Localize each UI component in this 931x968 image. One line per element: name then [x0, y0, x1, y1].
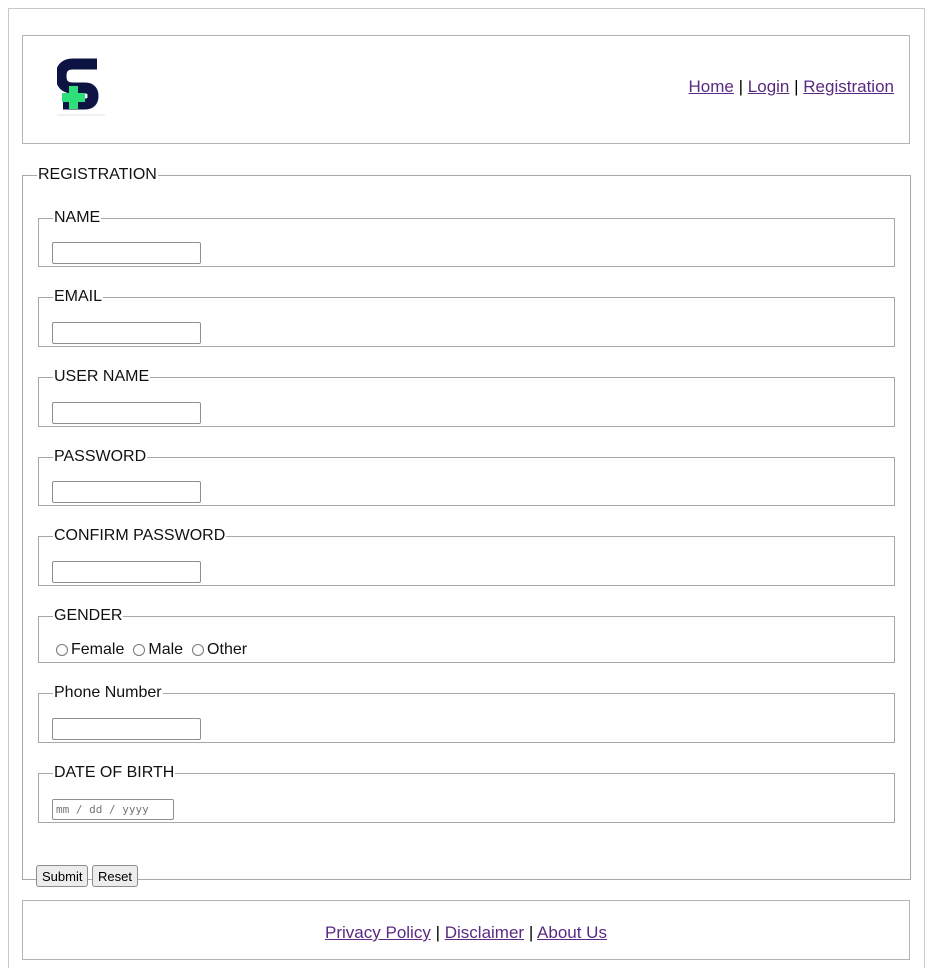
name-label: NAME — [54, 209, 101, 226]
gender-options: Female Male Other — [56, 641, 256, 659]
gender-label: GENDER — [54, 607, 123, 624]
password-input[interactable] — [52, 481, 201, 503]
footer-separator: | — [528, 923, 534, 942]
nav-home-link[interactable]: Home — [689, 77, 734, 96]
email-fieldset: EMAIL — [38, 288, 895, 347]
nav-separator: | — [738, 77, 744, 96]
registration-legend: REGISTRATION — [38, 166, 157, 183]
password-label: PASSWORD — [54, 448, 147, 465]
confirm-password-fieldset: CONFIRM PASSWORD — [38, 527, 895, 586]
username-input[interactable] — [52, 402, 201, 424]
site-footer: Privacy Policy | Disclaimer | About Us — [22, 900, 910, 960]
name-fieldset: NAME — [38, 209, 895, 267]
dob-label: DATE OF BIRTH — [54, 764, 175, 781]
footer-separator: | — [435, 923, 440, 942]
password-fieldset: PASSWORD — [38, 448, 895, 506]
disclaimer-link[interactable]: Disclaimer — [445, 923, 524, 942]
top-nav: Home | Login | Registration — [689, 77, 894, 97]
username-label: USER NAME — [54, 368, 150, 385]
phone-input[interactable] — [52, 718, 201, 740]
phone-fieldset: Phone Number — [38, 684, 895, 743]
logo-icon[interactable] — [57, 56, 105, 118]
footer-links: Privacy Policy | Disclaimer | About Us — [23, 923, 909, 943]
gender-other-label[interactable]: Other — [207, 641, 247, 659]
about-us-link[interactable]: About Us — [537, 923, 607, 942]
phone-label: Phone Number — [54, 684, 162, 701]
site-header: Home | Login | Registration — [22, 35, 910, 144]
nav-login-link[interactable]: Login — [748, 77, 790, 96]
privacy-policy-link[interactable]: Privacy Policy — [325, 923, 431, 942]
dob-fieldset: DATE OF BIRTH — [38, 764, 895, 823]
email-input[interactable] — [52, 322, 201, 344]
confirm-password-input[interactable] — [52, 561, 201, 583]
nav-registration-link[interactable]: Registration — [803, 77, 894, 96]
submit-button[interactable]: Submit — [36, 865, 89, 887]
gender-other-radio[interactable] — [192, 644, 205, 656]
confirm-password-label: CONFIRM PASSWORD — [54, 527, 226, 544]
gender-fieldset: GENDER Female Male Other — [38, 607, 895, 663]
dob-input[interactable] — [52, 799, 174, 820]
name-input[interactable] — [52, 242, 201, 264]
gender-male-radio[interactable] — [133, 644, 146, 656]
gender-female-radio[interactable] — [56, 644, 68, 656]
registration-form: REGISTRATION NAME EMAIL USER NAME PASSWO… — [22, 166, 911, 887]
nav-separator: | — [794, 77, 799, 96]
gender-male-label[interactable]: Male — [148, 641, 183, 659]
email-label: EMAIL — [54, 288, 103, 305]
username-fieldset: USER NAME — [38, 368, 895, 427]
gender-female-label[interactable]: Female — [71, 641, 124, 659]
reset-button[interactable]: Reset — [92, 865, 138, 887]
